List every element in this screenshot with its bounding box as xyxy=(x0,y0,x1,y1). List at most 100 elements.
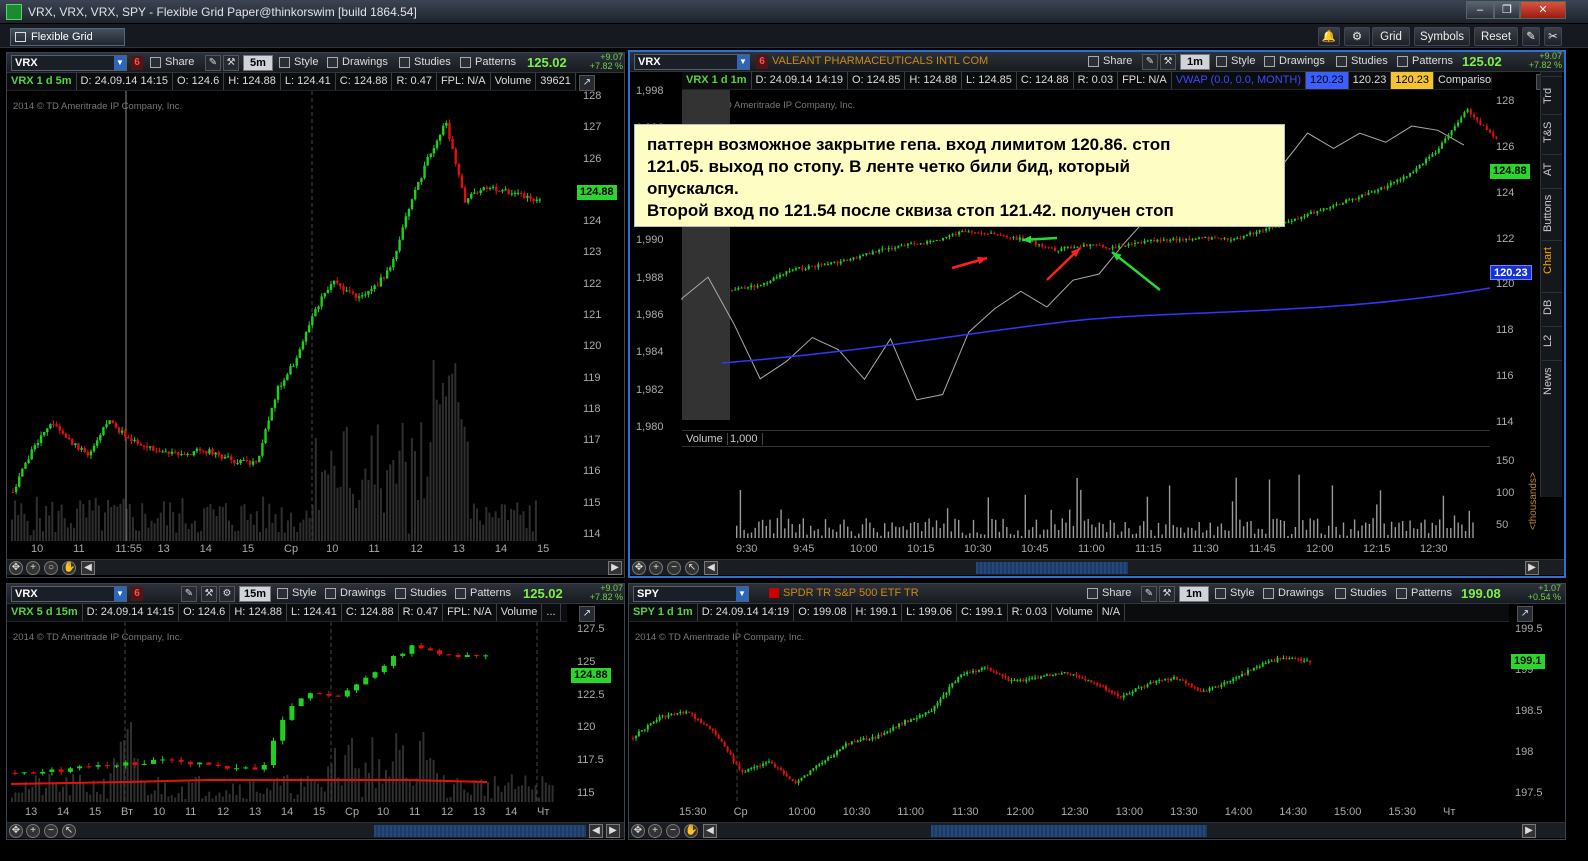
patterns-button[interactable]: Patterns xyxy=(1394,585,1452,602)
patterns-button[interactable]: Patterns xyxy=(1395,53,1453,70)
rail-tab-news[interactable]: News xyxy=(1542,360,1562,402)
cursor-icon[interactable]: ↖ xyxy=(685,561,699,575)
scroll-thumb[interactable] xyxy=(976,562,1128,574)
style-button[interactable]: Style xyxy=(1214,53,1255,70)
scroll-right-icon[interactable]: ▶ xyxy=(606,824,620,838)
rail-tab-at[interactable]: AT xyxy=(1542,154,1562,184)
tools-icon[interactable]: ✂ xyxy=(1544,27,1562,46)
grid-button[interactable]: Grid xyxy=(1372,27,1410,46)
close-button[interactable]: ✕ xyxy=(1520,1,1566,19)
studies-button[interactable]: Studies xyxy=(397,54,451,71)
chart-scrollbar[interactable]: ✥ + − ↖ ◀ ▶ xyxy=(7,822,624,838)
patterns-button[interactable]: Patterns xyxy=(453,585,511,602)
hand-icon[interactable]: ✋ xyxy=(62,561,76,575)
drawings-button[interactable]: Drawings xyxy=(323,585,386,602)
wrench-icon[interactable]: ⚒ xyxy=(223,55,239,71)
scroll-left-icon[interactable]: ◀ xyxy=(81,561,95,575)
patterns-button[interactable]: Patterns xyxy=(458,54,516,71)
rail-tab-buttons[interactable]: Buttons xyxy=(1542,188,1562,238)
rail-tab-db[interactable]: DB xyxy=(1542,292,1562,322)
chart-settings-icon[interactable]: ↗ xyxy=(1517,606,1533,622)
share-button[interactable]: Share xyxy=(1086,53,1132,70)
zoom-out-icon[interactable]: ○ xyxy=(44,561,58,575)
zoom-out-icon[interactable]: − xyxy=(667,561,681,575)
zoom-in-icon[interactable]: + xyxy=(26,561,40,575)
pan-icon[interactable]: ✥ xyxy=(631,824,645,838)
rail-tab-chart[interactable]: Chart xyxy=(1542,240,1562,280)
pan-icon[interactable]: ✥ xyxy=(632,561,646,575)
maximize-button[interactable]: ❐ xyxy=(1494,1,1520,19)
wrench-icon[interactable]: ⚒ xyxy=(1159,586,1175,602)
symbol-selector[interactable]: VRX ▼ xyxy=(11,586,127,602)
chart-scrollbar[interactable]: ✥ + − ↖ ◀ ▶ xyxy=(630,559,1564,575)
settings-icon[interactable]: ⚙ xyxy=(1344,27,1370,46)
chevron-down-icon[interactable]: ▼ xyxy=(737,55,749,69)
studies-button[interactable]: Studies xyxy=(393,585,447,602)
timeframe-selector[interactable]: 15m xyxy=(239,586,271,602)
chart-scrollbar[interactable]: ✥ + ○ ✋ ◀ ▶ xyxy=(7,559,624,575)
bell-icon[interactable]: 🔔 xyxy=(1318,27,1340,46)
timeframe-selector[interactable]: 1m xyxy=(1179,586,1209,602)
zoom-in-icon[interactable]: + xyxy=(649,561,663,575)
symbol-selector[interactable]: VRX ▼ xyxy=(11,55,127,71)
timeframe-selector[interactable]: 5m xyxy=(243,55,273,71)
symbol-selector[interactable]: VRX ▼ xyxy=(634,54,750,70)
zoom-out-icon[interactable]: − xyxy=(666,824,680,838)
pan-icon[interactable]: ✥ xyxy=(9,561,23,575)
scroll-thumb[interactable] xyxy=(931,825,1207,837)
price-chart[interactable] xyxy=(629,622,1509,802)
pencil-icon[interactable]: ✎ xyxy=(205,55,221,71)
scroll-right-icon[interactable]: ▶ xyxy=(1525,561,1539,575)
chevron-down-icon[interactable]: ▼ xyxy=(736,587,748,601)
link-group-badge[interactable]: 6 xyxy=(756,55,768,69)
scroll-right-icon[interactable]: ▶ xyxy=(1522,824,1536,838)
scroll-right-icon[interactable]: ▶ xyxy=(608,561,622,575)
chevron-down-icon[interactable]: ▼ xyxy=(114,587,126,601)
studies-button[interactable]: Studies xyxy=(1333,585,1387,602)
link-group-badge[interactable]: 6 xyxy=(131,587,143,601)
symbols-button[interactable]: Symbols xyxy=(1414,27,1470,46)
chart-scrollbar[interactable]: ✥ + − ✋ ◀ ▶ xyxy=(629,822,1565,838)
style-button[interactable]: Style xyxy=(275,585,316,602)
reset-button[interactable]: Reset xyxy=(1474,27,1518,46)
price-chart[interactable] xyxy=(7,91,577,541)
pin-icon[interactable]: ✎ xyxy=(1522,27,1540,46)
price-chart[interactable] xyxy=(7,622,571,802)
pencil-icon[interactable]: ✎ xyxy=(1141,586,1157,602)
drawings-button[interactable]: Drawings xyxy=(1262,53,1325,70)
rail-tab-ts[interactable]: T&S xyxy=(1542,114,1562,150)
scroll-left-icon[interactable]: ◀ xyxy=(703,824,717,838)
rail-tab-l2[interactable]: L2 xyxy=(1542,326,1562,354)
timeframe-selector[interactable]: 1m xyxy=(1180,54,1210,70)
cursor-icon[interactable]: ↖ xyxy=(62,824,76,838)
zoom-in-icon[interactable]: + xyxy=(648,824,662,838)
symbol-selector[interactable]: SPY ▼ xyxy=(633,586,749,602)
chart-settings-icon[interactable]: ↗ xyxy=(579,606,595,622)
scroll-left-icon[interactable]: ◀ xyxy=(704,561,718,575)
zoom-in-icon[interactable]: + xyxy=(26,824,40,838)
link-group-badge[interactable]: 6 xyxy=(131,56,143,70)
pan-icon[interactable]: ✥ xyxy=(9,824,23,838)
scroll-thumb[interactable] xyxy=(374,825,586,837)
chart-settings-icon[interactable]: ↗ xyxy=(579,75,595,91)
style-button[interactable]: Style xyxy=(277,54,318,71)
minimize-button[interactable]: – xyxy=(1466,1,1494,19)
pencil-icon[interactable]: ✎ xyxy=(181,586,197,602)
tools-icon[interactable]: ⚙ xyxy=(219,586,235,602)
hand-icon[interactable]: ✋ xyxy=(684,824,698,838)
pencil-icon[interactable]: ✎ xyxy=(1142,54,1158,70)
share-button[interactable]: Share xyxy=(148,54,194,71)
scroll-left-icon[interactable]: ◀ xyxy=(589,824,603,838)
zoom-out-icon[interactable]: − xyxy=(44,824,58,838)
wrench-icon[interactable]: ⚒ xyxy=(1160,54,1176,70)
wrench-icon[interactable]: ⚒ xyxy=(201,586,217,602)
drawings-button[interactable]: Drawings xyxy=(1261,585,1324,602)
drawings-button[interactable]: Drawings xyxy=(325,54,388,71)
chevron-down-icon[interactable]: ▼ xyxy=(114,56,126,70)
studies-button[interactable]: Studies xyxy=(1334,53,1388,70)
rail-tab-trd[interactable]: Trd xyxy=(1542,76,1562,114)
annotation-note[interactable]: паттерн возможное закрытие гепа. вход ли… xyxy=(634,124,1285,227)
volume-chart[interactable] xyxy=(682,448,1490,540)
flexible-grid-tab[interactable]: Flexible Grid xyxy=(10,28,125,46)
style-button[interactable]: Style xyxy=(1213,585,1254,602)
